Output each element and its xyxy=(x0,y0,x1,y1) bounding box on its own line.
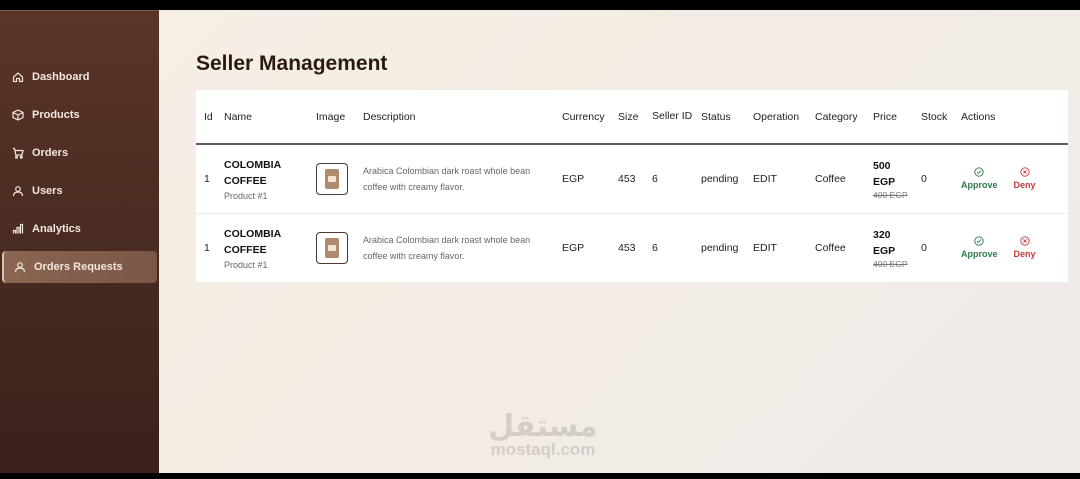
header-category: Category xyxy=(811,90,869,145)
seller-table: Id Name Image Description Currency Size … xyxy=(196,90,1068,282)
box-icon xyxy=(12,109,24,121)
product-thumbnail[interactable] xyxy=(316,231,348,264)
price-current: 500 EGP xyxy=(873,159,896,188)
header-operation: Operation xyxy=(749,90,811,145)
cell-status: pending xyxy=(697,144,749,214)
cell-actions: Approve Deny xyxy=(957,213,1068,282)
cell-seller-id: 6 xyxy=(652,241,658,254)
row-actions: Approve Deny xyxy=(961,167,1064,190)
x-circle-icon xyxy=(1019,236,1030,246)
coffee-bag-icon xyxy=(325,237,339,258)
page-title: Seller Management xyxy=(196,52,388,75)
sidebar-item-label: Analytics xyxy=(32,223,81,235)
cell-status: pending xyxy=(701,241,739,254)
cart-icon xyxy=(12,147,24,159)
product-name: COLOMBIA COFFEE xyxy=(224,227,281,256)
approve-button[interactable]: Approve xyxy=(961,236,998,259)
header-seller-id: Seller ID xyxy=(648,90,697,145)
sidebar-item-orders-requests[interactable]: Orders Requests xyxy=(2,251,157,283)
deny-button[interactable]: Deny xyxy=(1014,167,1036,190)
check-circle-icon xyxy=(974,167,984,177)
sidebar-item-label: Products xyxy=(32,109,80,121)
sidebar-item-label: Orders xyxy=(32,147,69,159)
coffee-bag-icon xyxy=(325,168,339,189)
product-thumbnail[interactable] xyxy=(316,162,348,195)
cell-operation: EDIT xyxy=(749,144,811,214)
cell-category: Coffee xyxy=(815,241,846,254)
sidebar-item-products[interactable]: Products xyxy=(2,99,157,131)
x-circle-icon xyxy=(1019,167,1030,177)
cell-description: Arabica Colombian dark roast whole bean … xyxy=(359,213,558,282)
cell-price: 320 EGP 400 EGP xyxy=(869,213,917,282)
cell-currency: EGP xyxy=(558,144,614,214)
cell-name: COLOMBIA COFFEE Product #1 xyxy=(220,144,312,214)
cell-operation: EDIT xyxy=(753,241,777,254)
cell-stock: 0 xyxy=(917,144,957,214)
cell-actions: Approve Deny xyxy=(957,144,1068,214)
cell-size: 453 xyxy=(614,144,648,214)
cell-price: 500 EGP 400 EGP xyxy=(869,144,917,214)
user-icon xyxy=(12,185,24,197)
cell-stock: 0 xyxy=(921,241,927,254)
cell-description: Arabica Colombian dark roast whole bean … xyxy=(359,144,558,214)
sidebar-item-dashboard[interactable]: Dashboard xyxy=(2,61,157,93)
watermark-logo: مستقل xyxy=(488,409,598,444)
header-name: Name xyxy=(220,90,312,145)
cell-name: COLOMBIA COFFEE Product #1 xyxy=(220,213,312,282)
approve-label: Approve xyxy=(961,249,998,260)
user-icon xyxy=(14,261,26,273)
sidebar-item-users[interactable]: Users xyxy=(2,175,157,207)
table-row: 1 COLOMBIA COFFEE Product #1 Arabica Col… xyxy=(196,144,1068,214)
product-number: Product #1 xyxy=(224,190,268,201)
sidebar-item-orders[interactable]: Orders xyxy=(2,137,157,169)
approve-label: Approve xyxy=(961,180,998,191)
product-name: COLOMBIA COFFEE xyxy=(224,158,281,187)
table-header-row: Id Name Image Description Currency Size … xyxy=(196,90,1068,145)
price-current: 320 EGP xyxy=(873,228,896,257)
app-frame: Dashboard Products Orders Users Analytic… xyxy=(0,10,1080,473)
product-description: Arabica Colombian dark roast whole bean … xyxy=(363,165,531,192)
seller-table-card: Id Name Image Description Currency Size … xyxy=(196,90,1068,282)
cell-image xyxy=(312,213,359,282)
main-content: Seller Management Id Name Image Descript… xyxy=(159,10,1080,473)
price-old: 400 EGP xyxy=(873,258,908,269)
cell-category: Coffee xyxy=(811,144,869,214)
header-stock: Stock xyxy=(917,90,957,145)
approve-button[interactable]: Approve xyxy=(961,167,998,190)
cell-id: 1 xyxy=(204,241,210,254)
header-id: Id xyxy=(196,90,220,145)
cell-currency: EGP xyxy=(562,241,585,254)
deny-label: Deny xyxy=(1013,249,1036,260)
deny-label: Deny xyxy=(1013,180,1036,191)
cell-size: 453 xyxy=(618,241,636,254)
sidebar-item-label: Orders Requests xyxy=(34,261,123,273)
watermark: مستقل mostaql.com xyxy=(478,410,608,460)
table-row: 1 COLOMBIA COFFEE Product #1 Arabica Col… xyxy=(196,213,1068,282)
sidebar-item-analytics[interactable]: Analytics xyxy=(2,213,157,245)
home-icon xyxy=(12,71,24,83)
header-size: Size xyxy=(614,90,648,145)
watermark-text: mostaql.com xyxy=(490,440,596,459)
sidebar: Dashboard Products Orders Users Analytic… xyxy=(0,10,159,473)
header-description: Description xyxy=(359,90,558,145)
cell-seller-id: 6 xyxy=(648,144,697,214)
header-currency: Currency xyxy=(558,90,614,145)
header-image: Image xyxy=(312,90,359,145)
sidebar-item-label: Users xyxy=(32,185,63,197)
cell-id: 1 xyxy=(196,144,220,214)
header-price: Price xyxy=(869,90,917,145)
bar-chart-icon xyxy=(12,223,24,235)
sidebar-item-label: Dashboard xyxy=(32,71,90,83)
cell-image xyxy=(312,144,359,214)
header-status: Status xyxy=(697,90,749,145)
price-old: 400 EGP xyxy=(873,189,908,200)
header-actions: Actions xyxy=(957,90,1068,145)
deny-button[interactable]: Deny xyxy=(1014,236,1036,259)
row-actions: Approve Deny xyxy=(961,236,1064,259)
product-number: Product #1 xyxy=(224,259,268,270)
product-description: Arabica Colombian dark roast whole bean … xyxy=(363,234,531,261)
check-circle-icon xyxy=(974,236,984,246)
